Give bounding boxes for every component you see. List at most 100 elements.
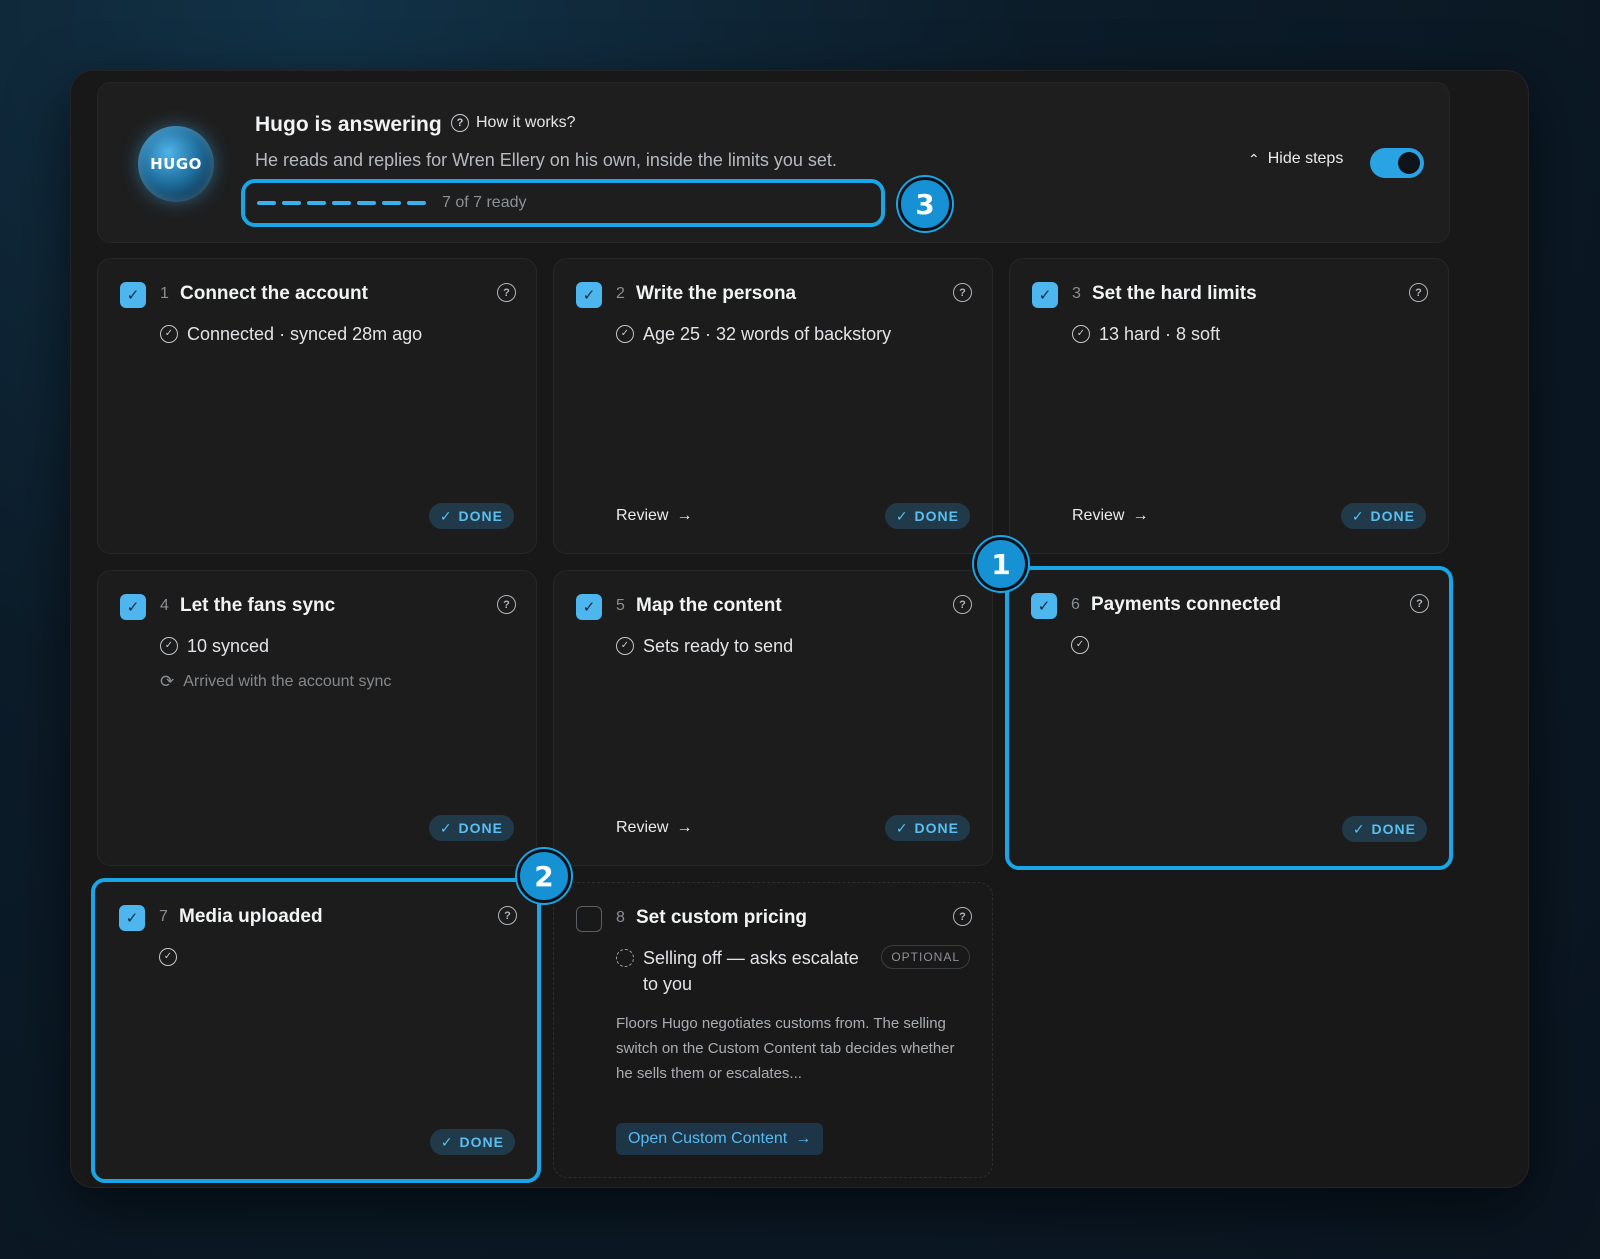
progress-dashes (257, 201, 426, 205)
progress-segment (257, 201, 276, 205)
step-status: ✓ (159, 944, 186, 966)
progress-segment (282, 201, 301, 205)
done-badge: ✓ DONE (1340, 503, 1426, 529)
arrow-right-icon: → (676, 819, 693, 836)
step-status: ✓ Sets ready to send (616, 633, 793, 659)
callout-badge-2: 2 (517, 849, 571, 903)
step-number: 5 (616, 597, 625, 614)
page-subtitle: He reads and replies for Wren Ellery on … (255, 150, 837, 170)
help-icon: ? (451, 114, 469, 132)
progress-indicator: 7 of 7 ready (241, 179, 885, 227)
arrow-right-icon: → (676, 507, 693, 524)
progress-segment (332, 201, 351, 205)
step-checkbox[interactable] (576, 906, 602, 932)
step-title: Map the content (636, 595, 782, 616)
callout-badge-3: 3 (898, 177, 952, 231)
progress-segment (407, 201, 426, 205)
step-note: ⟳ Arrived with the account sync (160, 672, 392, 691)
step-number: 3 (1072, 285, 1081, 302)
step-card-7: ✓ 7 Media uploaded ? ✓ ✓ DONE (91, 878, 541, 1183)
step-card-8: 8 Set custom pricing ? Selling off — ask… (553, 882, 993, 1178)
step-title: Set custom pricing (636, 907, 808, 928)
progress-segment (357, 201, 376, 205)
step-card-2: ✓ 2 Write the persona ? ✓ Age 25 · 32 wor… (553, 258, 993, 554)
check-icon: ✓ (895, 819, 909, 836)
check-circle-icon: ✓ (1072, 325, 1090, 343)
step-title: Payments connected (1091, 594, 1282, 615)
help-icon[interactable]: ? (1409, 283, 1428, 302)
hugo-logo: HUGO (138, 126, 214, 202)
arrow-right-icon: → (1132, 507, 1149, 524)
check-icon: ✓ (895, 507, 909, 524)
help-icon[interactable]: ? (497, 595, 516, 614)
done-badge: ✓ DONE (884, 815, 970, 841)
step-checkbox[interactable]: ✓ (576, 594, 602, 620)
progress-segment (307, 201, 326, 205)
check-circle-icon: ✓ (616, 325, 634, 343)
review-link[interactable]: Review → (616, 507, 692, 525)
done-badge: ✓ DONE (428, 815, 514, 841)
help-icon[interactable]: ? (498, 906, 517, 925)
done-badge: ✓ DONE (1341, 816, 1427, 842)
review-link[interactable]: Review → (616, 819, 692, 837)
step-number: 2 (616, 285, 625, 302)
step-title: Let the fans sync (180, 595, 336, 616)
step-number: 4 (160, 597, 169, 614)
check-circle-icon: ✓ (160, 637, 178, 655)
done-badge: ✓ DONE (429, 1129, 515, 1155)
check-circle-icon: ✓ (160, 325, 178, 343)
step-checkbox[interactable]: ✓ (119, 905, 145, 931)
help-icon[interactable]: ? (953, 283, 972, 302)
optional-badge: OPTIONAL (881, 945, 970, 969)
help-icon[interactable]: ? (497, 283, 516, 302)
step-card-1: ✓ 1 Connect the account ? ✓ Connected · s… (97, 258, 537, 554)
step-title: Set the hard limits (1092, 283, 1257, 304)
page-title: Hugo is answering (255, 113, 442, 136)
step-status: ✓ 13 hard · 8 soft (1072, 321, 1220, 347)
step-description: Floors Hugo negotiates customs from. The… (616, 1015, 955, 1082)
step-status: ✓ Age 25 · 32 words of backstory (616, 321, 891, 347)
callout-badge-1: 1 (974, 537, 1028, 591)
check-icon: ✓ (439, 819, 453, 836)
step-status: ✓ Connected · synced 28m ago (160, 321, 422, 347)
help-icon[interactable]: ? (1410, 594, 1429, 613)
check-icon: ✓ (1351, 507, 1365, 524)
sync-icon: ⟳ (160, 672, 175, 691)
done-badge: ✓ DONE (884, 503, 970, 529)
step-checkbox[interactable]: ✓ (576, 282, 602, 308)
check-circle-icon: ✓ (159, 948, 177, 966)
step-number: 1 (160, 285, 169, 302)
open-custom-content-button[interactable]: Open Custom Content → (616, 1123, 824, 1155)
chevron-up-icon: ⌃ (1248, 150, 1260, 167)
arrow-right-icon: → (795, 1130, 812, 1147)
how-it-works-label: How it works? (476, 114, 576, 131)
toggle-knob (1398, 152, 1420, 174)
step-number: 8 (616, 909, 625, 926)
step-card-4: ✓ 4 Let the fans sync ? ✓ 10 synced ⟳ Arri… (97, 570, 537, 866)
step-status: ✓ (1071, 632, 1098, 654)
step-number: 6 (1071, 596, 1080, 613)
step-checkbox[interactable]: ✓ (1032, 282, 1058, 308)
hide-steps-label: Hide steps (1267, 150, 1344, 167)
step-checkbox[interactable]: ✓ (120, 282, 146, 308)
progress-segment (382, 201, 401, 205)
step-title: Media uploaded (179, 906, 323, 927)
step-checkbox[interactable]: ✓ (1031, 593, 1057, 619)
step-status: Selling off — asks escalate to you (616, 945, 859, 997)
step-number: 7 (159, 908, 168, 925)
check-circle-icon: ✓ (1071, 636, 1089, 654)
step-title: Write the persona (636, 283, 797, 304)
step-card-5: ✓ 5 Map the content ? ✓ Sets ready to sen… (553, 570, 993, 866)
check-icon: ✓ (440, 1133, 454, 1150)
step-card-3: ✓ 3 Set the hard limits ? ✓ 13 hard · 8 s… (1009, 258, 1449, 554)
how-it-works-link[interactable]: ? How it works? (451, 114, 576, 132)
check-circle-icon: ✓ (616, 637, 634, 655)
steps-toggle[interactable] (1370, 148, 1424, 178)
step-title: Connect the account (180, 283, 368, 304)
step-checkbox[interactable]: ✓ (120, 594, 146, 620)
hide-steps-button[interactable]: ⌃ Hide steps (1248, 150, 1343, 168)
help-icon[interactable]: ? (953, 907, 972, 926)
progress-text: 7 of 7 ready (442, 194, 527, 211)
help-icon[interactable]: ? (953, 595, 972, 614)
review-link[interactable]: Review → (1072, 507, 1148, 525)
